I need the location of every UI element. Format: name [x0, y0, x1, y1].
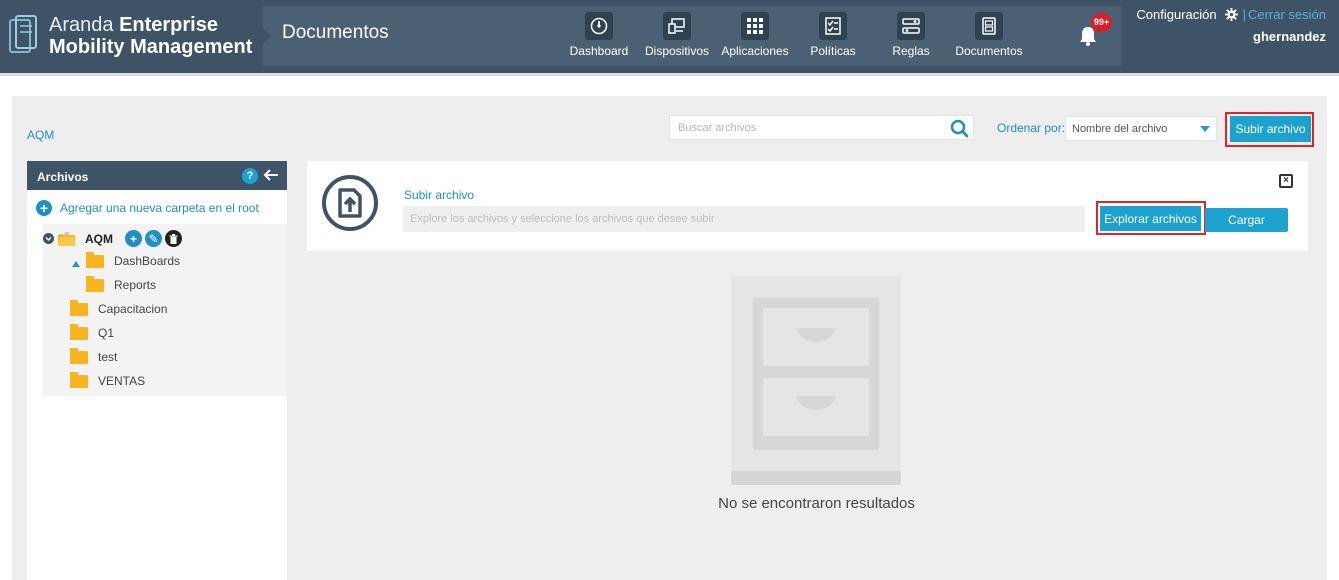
tree-item-q1[interactable]: Q1 [70, 323, 115, 340]
root-actions: + ✎ [125, 230, 185, 247]
brand[interactable]: Aranda Enterprise Mobility Management [9, 14, 252, 58]
folder-label: Reports [114, 278, 157, 292]
tree-item-root[interactable]: AQM + ✎ [43, 230, 185, 247]
brand-text: Aranda Enterprise Mobility Management [49, 14, 252, 58]
sidebar-title: Archivos [37, 170, 89, 184]
nav-documents[interactable]: Documentos [950, 12, 1028, 58]
folder-tree: AQM + ✎ DashBoards Reports Capacitacion … [43, 224, 287, 396]
upload-file-button[interactable]: Subir archivo [1230, 116, 1311, 142]
sidebar-header: Archivos ? [27, 161, 287, 190]
nav-dashboard[interactable]: Dashboard [560, 12, 638, 58]
nav-policies[interactable]: Políticas [794, 12, 872, 58]
nav-applications[interactable]: Aplicaciones [716, 12, 794, 58]
folder-label: test [98, 350, 118, 364]
folder-label: Q1 [98, 326, 115, 340]
brand-logo-icon [9, 15, 37, 53]
file-cabinet-icon [731, 276, 901, 485]
sort-value: Nombre del archivo [1072, 123, 1168, 135]
nav-label: Dashboard [569, 44, 629, 58]
add-root-folder[interactable]: + Agregar una nueva carpeta en el root [36, 200, 259, 216]
search-input[interactable] [670, 116, 940, 139]
sort-select[interactable]: Nombre del archivo [1065, 116, 1217, 141]
rules-icon [897, 12, 925, 40]
tree-item-capacitacion[interactable]: Capacitacion [70, 299, 168, 316]
search-box [669, 115, 974, 140]
triangle-up-icon[interactable] [72, 261, 80, 267]
config-link[interactable]: Configuración [1136, 7, 1216, 22]
chevron-down-circle-icon[interactable] [43, 233, 54, 244]
empty-message: No se encontraron resultados [718, 495, 915, 512]
folder-icon [70, 371, 88, 388]
user-menu: Configuración | Cerrar sesión [1136, 7, 1326, 22]
folder-icon [86, 251, 104, 268]
plus-circle-icon: + [36, 200, 52, 216]
tree-item-dashboards[interactable]: DashBoards [72, 251, 181, 268]
nav-label: Reglas [892, 44, 930, 58]
file-upload-icon [322, 175, 378, 231]
folder-icon [70, 299, 88, 316]
separator: | [1242, 7, 1246, 22]
search-icon[interactable] [950, 119, 969, 138]
devices-icon [663, 12, 691, 40]
gear-icon[interactable] [1224, 8, 1238, 21]
trash-icon[interactable] [165, 230, 182, 247]
chevron-down-icon [1200, 126, 1210, 132]
add-root-label: Agregar una nueva carpeta en el root [60, 201, 259, 215]
main-nav: Dashboard Dispositivos Aplicaciones Polí… [560, 12, 1028, 58]
nav-label: Dispositivos [644, 44, 710, 58]
nav-label: Documentos [955, 44, 1023, 58]
nav-rules[interactable]: Reglas [872, 12, 950, 58]
notification-badge: 99+ [1091, 13, 1112, 32]
policies-icon [819, 12, 847, 40]
tree-item-reports[interactable]: Reports [86, 275, 157, 292]
help-icon[interactable]: ? [242, 168, 258, 184]
file-path-input[interactable] [403, 206, 1085, 232]
brand-bold2: Mobility Management [49, 36, 253, 58]
folder-icon [86, 275, 104, 292]
nav-label: Aplicaciones [721, 44, 789, 58]
breadcrumb[interactable]: AQM [27, 128, 54, 142]
folder-label: DashBoards [114, 254, 181, 268]
documents-icon [975, 12, 1003, 40]
upload-panel: Subir archivo Explorar archivos Cargar × [307, 161, 1308, 251]
arrow-left-icon[interactable] [263, 167, 279, 183]
folder-icon [70, 347, 88, 364]
logout-link[interactable]: Cerrar sesión [1248, 7, 1326, 22]
sort-label: Ordenar por: [997, 121, 1066, 135]
brand-bold1: Enterprise [119, 14, 218, 36]
apps-grid-icon [741, 12, 769, 40]
tree-root-label: AQM [85, 231, 113, 246]
load-button[interactable]: Cargar [1205, 208, 1288, 232]
add-folder-icon[interactable]: + [125, 230, 142, 247]
upload-label: Subir archivo [404, 188, 475, 202]
username: ghernandez [1253, 29, 1326, 44]
sidebar: Archivos ? + Agregar una nueva carpeta e… [27, 161, 287, 580]
tree-item-ventas[interactable]: VENTAS [70, 371, 146, 388]
folder-label: Capacitacion [98, 302, 168, 316]
nav-label: Políticas [810, 44, 856, 58]
folder-label: VENTAS [98, 374, 146, 388]
page-title: Documentos [282, 22, 389, 43]
edit-pencil-icon[interactable]: ✎ [145, 230, 162, 247]
close-icon[interactable]: × [1279, 174, 1293, 188]
tree-item-test[interactable]: test [70, 347, 118, 364]
brand-light: Aranda [49, 14, 114, 36]
folder-icon [70, 323, 88, 340]
dashboard-icon [585, 12, 613, 40]
top-bar: Aranda Enterprise Mobility Management Do… [0, 0, 1339, 76]
nav-devices[interactable]: Dispositivos [638, 12, 716, 58]
browse-files-button[interactable]: Explorar archivos [1100, 206, 1201, 231]
open-folder-icon [58, 231, 76, 246]
